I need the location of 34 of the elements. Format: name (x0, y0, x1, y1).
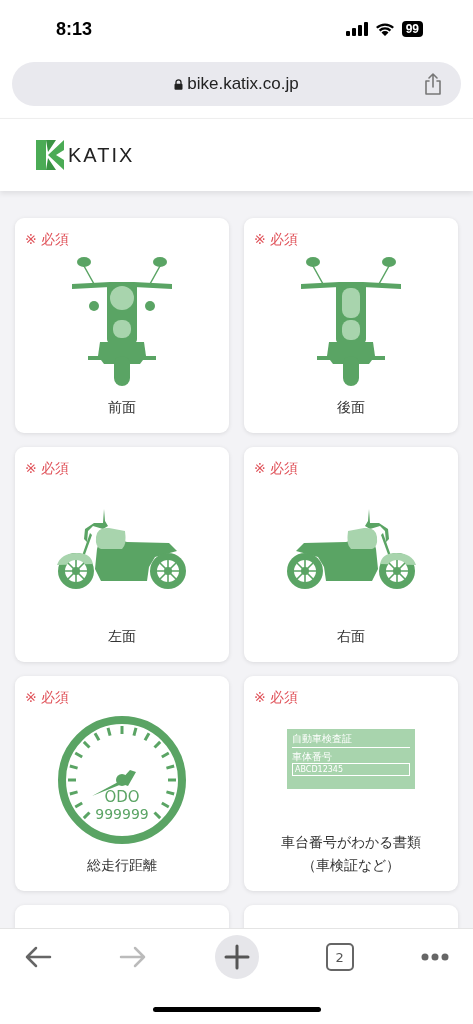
photo-card[interactable]: ※ 必須 ODO 999999 総走行距離 (15, 676, 229, 891)
logo-text: KATIX (68, 143, 135, 167)
photo-card[interactable]: ※ 必須 自動車検査証 車体番号 ABCD12345 車台番号がわかる書類（車検証など） (244, 676, 458, 891)
required-label: ※ 必須 (25, 230, 70, 248)
battery-level: 99 (401, 21, 423, 37)
card-label: 後面 (337, 398, 365, 417)
photo-card[interactable]: ※ 必須 右面 (244, 447, 458, 662)
more-icon[interactable] (421, 953, 449, 961)
wifi-icon (374, 22, 395, 36)
new-tab-button[interactable] (214, 935, 259, 979)
card-label: 総走行距離 (87, 856, 157, 875)
card-label: 前面 (108, 398, 136, 417)
required-label: ※ 必須 (254, 459, 299, 477)
status-time: 8:13 (56, 18, 93, 40)
odometer-drawing: ODO 999999 (56, 714, 188, 846)
required-label: ※ 必須 (25, 459, 70, 477)
signal-icon (345, 22, 368, 36)
url-text: bike.katix.co.jp (187, 74, 299, 94)
tab-count-button[interactable]: 2 (325, 943, 354, 971)
photo-card[interactable]: ※ 必須 前面 (15, 218, 229, 433)
address-bar[interactable]: bike.katix.co.jp (12, 62, 461, 106)
share-icon[interactable] (423, 72, 443, 96)
required-label: ※ 必須 (25, 688, 70, 706)
card-label: 車台番号がわかる書類（車検証など） (280, 833, 422, 875)
logo-icon (36, 140, 64, 170)
back-icon[interactable] (24, 946, 52, 968)
lock-icon (174, 78, 184, 90)
required-label: ※ 必須 (254, 230, 299, 248)
photo-card[interactable]: ※ 必須 後面 (244, 218, 458, 433)
required-label: ※ 必須 (254, 688, 299, 706)
card-label: 右面 (337, 627, 365, 646)
photo-card[interactable]: ※ 必須 左面 (15, 447, 229, 662)
card-label: 左面 (108, 627, 136, 646)
vehicle-document-drawing: 自動車検査証 車体番号 ABCD12345 (287, 728, 415, 789)
